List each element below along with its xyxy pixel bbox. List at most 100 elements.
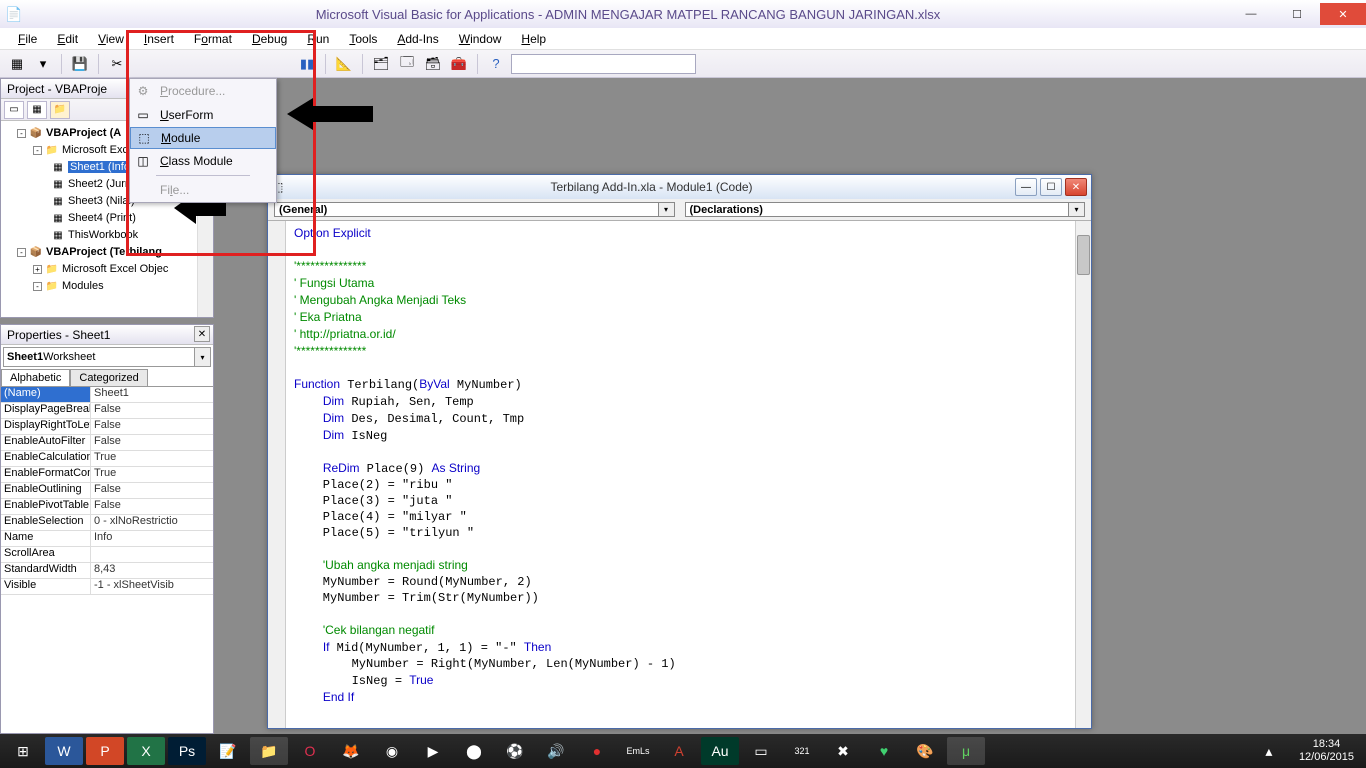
tree-node[interactable]: +📁Microsoft Excel Objec [5,261,209,278]
close-button[interactable]: ✕ [1320,3,1366,25]
taskbar-autocad-icon[interactable]: A [660,737,698,765]
taskbar-speaker-icon[interactable]: 🔊 [537,737,575,765]
taskbar-pes-icon[interactable]: ⚽ [496,737,534,765]
menu-edit[interactable]: Edit [47,30,88,48]
taskbar-opera-icon[interactable]: O [291,737,329,765]
menu-item-label: Class Module [160,154,233,168]
taskbar-record-icon[interactable]: ● [578,737,616,765]
property-row[interactable]: EnableSelection0 - xlNoRestrictio [1,515,213,531]
taskbar-word-icon[interactable]: W [45,737,83,765]
toolbar-cut-icon[interactable]: ✂ [106,53,128,75]
menu-item-label: UserForm [160,108,213,122]
view-object-icon[interactable]: ▦ [27,101,47,119]
property-row[interactable]: EnableOutliningFalse [1,483,213,499]
property-row[interactable]: EnablePivotTableFalse [1,499,213,515]
tree-node[interactable]: -📁Modules [5,278,209,295]
taskbar-paint-icon[interactable]: 🎨 [906,737,944,765]
menu-insert[interactable]: Insert [134,30,184,48]
code-close-button[interactable]: ✕ [1065,178,1087,196]
toolbar-insert-icon[interactable]: ▾ [32,53,54,75]
view-code-icon[interactable]: ▭ [4,101,24,119]
taskbar-firefox-icon[interactable]: 🦊 [332,737,370,765]
taskbar-explorer-icon[interactable]: 📁 [250,737,288,765]
taskbar-mpc-icon[interactable]: 321 [783,737,821,765]
code-maximize-button[interactable]: ☐ [1040,178,1062,196]
insert-menu-module[interactable]: ⬚Module [130,127,276,149]
taskbar[interactable]: ⊞ W P X Ps 📝 📁 O 🦊 ◉ ▶ ⬤ ⚽ 🔊 ● EmLs A Au… [0,734,1366,768]
property-row[interactable]: EnableFormatConTrue [1,467,213,483]
toolbar-excel-icon[interactable]: ▦ [6,53,28,75]
start-button[interactable]: ⊞ [4,737,42,765]
menu-addins[interactable]: Add-Ins [387,30,448,48]
toolbar-object-icon[interactable]: 🗃 [422,53,444,75]
property-row[interactable]: EnableAutoFilterFalse [1,435,213,451]
menu-format[interactable]: Format [184,30,242,48]
taskbar-notepad-icon[interactable]: 📝 [209,737,247,765]
taskbar-audition-icon[interactable]: Au [701,737,739,765]
tree-node[interactable]: -📦VBAProject (Terbilang [5,244,209,261]
taskbar-chrome-icon[interactable]: ◉ [373,737,411,765]
code-minimize-button[interactable]: — [1015,178,1037,196]
toolbar-search-combo[interactable] [511,54,696,74]
object-combo[interactable]: (General)▾ [274,202,675,217]
properties-object-combo[interactable]: Sheet1 Worksheet ▾ [3,347,211,367]
taskbar-heart-icon[interactable]: ♥ [865,737,903,765]
code-window: ⬚ Terbilang Add-In.xla - Module1 (Code) … [267,174,1092,729]
property-row[interactable]: (Name)Sheet1 [1,387,213,403]
insert-menu-procedure-: ⚙Procedure... [130,79,276,103]
toolbar-toolbox-icon[interactable]: 🧰 [448,53,470,75]
properties-grid[interactable]: (Name)Sheet1DisplayPageBreakFalseDisplay… [1,386,213,595]
tray-up-icon[interactable]: ▴ [1250,737,1288,765]
title-bar: 📄 Microsoft Visual Basic for Application… [0,0,1366,28]
taskbar-powerpoint-icon[interactable]: P [86,737,124,765]
menu-item-icon [132,180,154,200]
code-editor[interactable]: Option Explicit '*************** ' Fungs… [286,221,1075,728]
taskbar-clock[interactable]: 18:3412/06/2015 [1291,738,1362,764]
properties-title: Properties - Sheet1 ✕ [1,325,213,345]
toolbar-pause-icon[interactable]: ▮▮ [296,53,318,75]
app-icon: 📄 [4,4,24,24]
menu-item-icon: ◫ [132,151,154,171]
menu-file[interactable]: File [8,30,47,48]
maximize-button[interactable]: ☐ [1274,3,1320,25]
property-row[interactable]: DisplayPageBreakFalse [1,403,213,419]
menu-debug[interactable]: Debug [242,30,297,48]
taskbar-brush-icon[interactable]: ✖ [824,737,862,765]
property-row[interactable]: ScrollArea [1,547,213,563]
toggle-folders-icon[interactable]: 📁 [50,101,70,119]
menu-tools[interactable]: Tools [339,30,387,48]
menu-run[interactable]: Run [297,30,339,48]
taskbar-app-icon[interactable]: ▭ [742,737,780,765]
menu-window[interactable]: Window [449,30,512,48]
minimize-button[interactable]: — [1228,3,1274,25]
code-scrollbar[interactable] [1075,221,1091,728]
procedure-combo[interactable]: (Declarations)▾ [685,202,1086,217]
code-window-titlebar[interactable]: ⬚ Terbilang Add-In.xla - Module1 (Code) … [268,175,1091,199]
property-row[interactable]: StandardWidth8,43 [1,563,213,579]
insert-menu-userform[interactable]: ▭UserForm [130,103,276,127]
tab-alphabetic[interactable]: Alphabetic [1,369,70,386]
property-row[interactable]: DisplayRightToLefFalse [1,419,213,435]
insert-menu-class-module[interactable]: ◫ Class Module [130,149,276,173]
menu-help[interactable]: Help [511,30,556,48]
code-margin [268,221,286,728]
properties-panel: Properties - Sheet1 ✕ Sheet1 Worksheet ▾… [0,324,214,734]
taskbar-excel-icon[interactable]: X [127,737,165,765]
toolbar-props-icon[interactable]: 🗔 [396,53,418,75]
taskbar-media-icon[interactable]: ▶ [414,737,452,765]
taskbar-emls-icon[interactable]: EmLs [619,737,657,765]
toolbar-help-icon[interactable]: ? [485,53,507,75]
tab-categorized[interactable]: Categorized [70,369,147,386]
properties-close-icon[interactable]: ✕ [194,326,210,342]
taskbar-photoshop-icon[interactable]: Ps [168,737,206,765]
toolbar-project-icon[interactable]: 🗂 [370,53,392,75]
property-row[interactable]: Visible-1 - xlSheetVisib [1,579,213,595]
toolbar-save-icon[interactable]: 💾 [69,53,91,75]
menu-view[interactable]: View [88,30,134,48]
taskbar-utorrent-icon[interactable]: μ [947,737,985,765]
property-row[interactable]: NameInfo [1,531,213,547]
dropdown-icon[interactable]: ▾ [194,348,210,366]
taskbar-nero-icon[interactable]: ⬤ [455,737,493,765]
toolbar-design-icon[interactable]: 📐 [333,53,355,75]
property-row[interactable]: EnableCalculationTrue [1,451,213,467]
